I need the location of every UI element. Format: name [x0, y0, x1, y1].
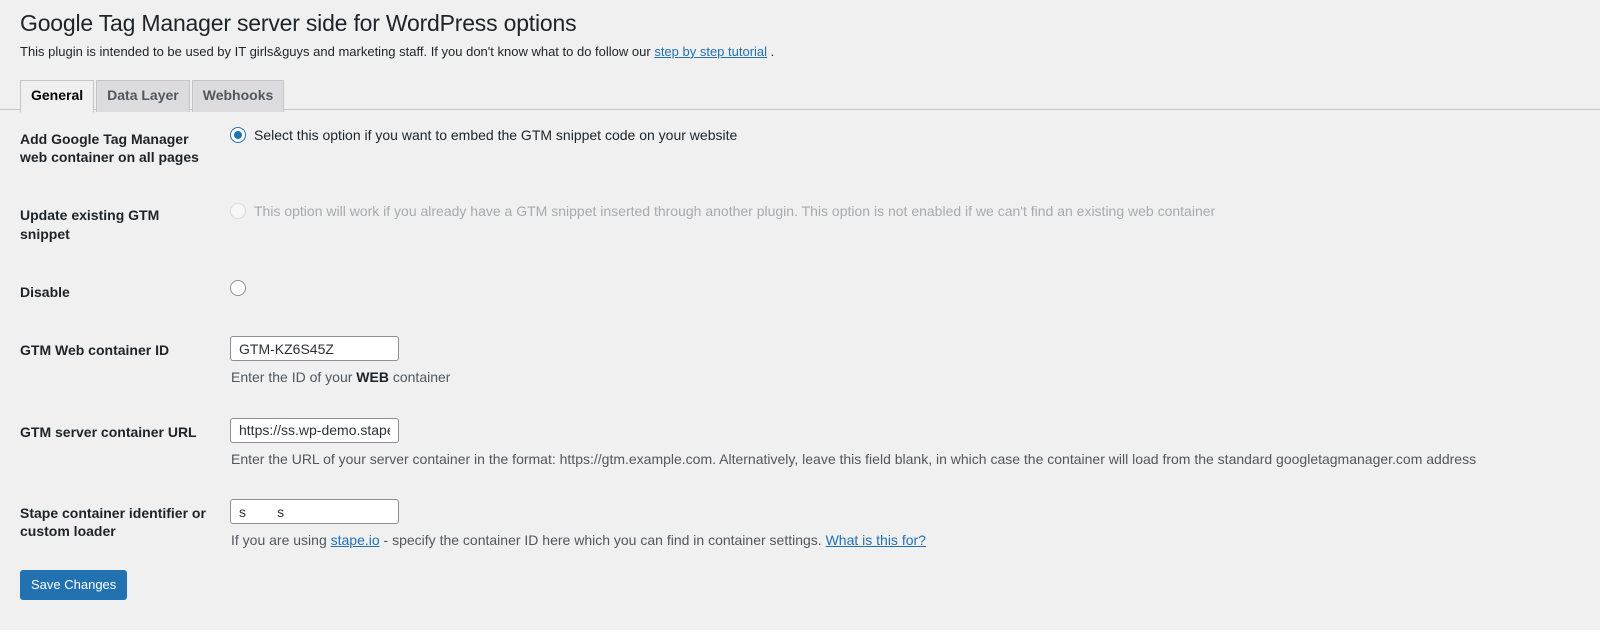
description-text-middle: - specify the container ID here which yo…	[380, 532, 826, 548]
radio-option-update-snippet: This option will work if you already hav…	[230, 201, 1570, 222]
page-subtitle: This plugin is intended to be used by IT…	[20, 43, 1580, 63]
page-subtitle-text-after: .	[767, 44, 774, 59]
step-by-step-tutorial-link[interactable]: step by step tutorial	[654, 44, 767, 59]
stape-identifier-description: If you are using stape.io - specify the …	[231, 531, 1570, 551]
field-stape-identifier: If you are using stape.io - specify the …	[220, 484, 1580, 566]
radio-add-container-label: Select this option if you want to embed …	[254, 125, 737, 146]
description-emphasis: WEB	[356, 369, 389, 385]
field-add-container: Select this option if you want to embed …	[220, 110, 1580, 186]
settings-tab-nav: GeneralData LayerWebhooks	[0, 79, 1600, 110]
row-add-container: Add Google Tag Manager web container on …	[20, 110, 1580, 186]
radio-update-snippet-input	[230, 203, 246, 219]
radio-option-disable[interactable]	[230, 278, 1570, 296]
row-update-snippet: Update existing GTM snippet This option …	[20, 186, 1580, 262]
label-stape-identifier: Stape container identifier or custom loa…	[20, 484, 220, 566]
submit-area: Save Changes	[0, 566, 1600, 600]
label-server-container-url: GTM server container URL	[20, 403, 220, 485]
radio-option-add-container[interactable]: Select this option if you want to embed …	[230, 125, 1570, 146]
page-subtitle-text-before: This plugin is intended to be used by IT…	[20, 44, 654, 59]
description-text-after: container	[389, 369, 450, 385]
field-server-container-url: Enter the URL of your server container i…	[220, 403, 1580, 485]
what-is-this-for-link[interactable]: What is this for?	[826, 532, 926, 548]
general-settings-form: Add Google Tag Manager web container on …	[20, 110, 1580, 566]
label-web-container-id: GTM Web container ID	[20, 321, 220, 403]
row-disable: Disable	[20, 263, 1580, 321]
stape-io-link[interactable]: stape.io	[331, 532, 380, 548]
field-update-snippet: This option will work if you already hav…	[220, 186, 1580, 262]
settings-form-wrap: Add Google Tag Manager web container on …	[0, 110, 1600, 566]
stape-identifier-input[interactable]	[230, 499, 399, 524]
web-container-id-input[interactable]	[230, 336, 399, 361]
tab-general[interactable]: General	[20, 80, 94, 113]
row-web-container-id: GTM Web container ID Enter the ID of you…	[20, 321, 1580, 403]
field-web-container-id: Enter the ID of your WEB container	[220, 321, 1580, 403]
label-update-snippet: Update existing GTM snippet	[20, 186, 220, 262]
field-disable	[220, 263, 1580, 321]
web-container-id-description: Enter the ID of your WEB container	[231, 368, 1570, 388]
row-server-container-url: GTM server container URL Enter the URL o…	[20, 403, 1580, 485]
row-stape-identifier: Stape container identifier or custom loa…	[20, 484, 1580, 566]
description-text-before: Enter the ID of your	[231, 369, 356, 385]
radio-disable-input[interactable]	[230, 280, 246, 296]
general-settings-table: Add Google Tag Manager web container on …	[20, 110, 1580, 566]
server-container-url-description: Enter the URL of your server container i…	[231, 450, 1570, 470]
save-changes-button[interactable]: Save Changes	[20, 570, 127, 600]
radio-update-snippet-label: This option will work if you already hav…	[254, 201, 1215, 222]
description-text-before: If you are using	[231, 532, 331, 548]
label-add-container: Add Google Tag Manager web container on …	[20, 110, 220, 186]
tab-webhooks[interactable]: Webhooks	[192, 80, 285, 112]
page-bottom-strip	[0, 630, 1600, 634]
tab-data-layer[interactable]: Data Layer	[96, 80, 190, 112]
radio-add-container-input[interactable]	[230, 127, 246, 143]
label-disable: Disable	[20, 263, 220, 321]
page-title: Google Tag Manager server side for WordP…	[20, 0, 1580, 43]
options-page-wrap: Google Tag Manager server side for WordP…	[0, 0, 1600, 63]
server-container-url-input[interactable]	[230, 418, 399, 443]
